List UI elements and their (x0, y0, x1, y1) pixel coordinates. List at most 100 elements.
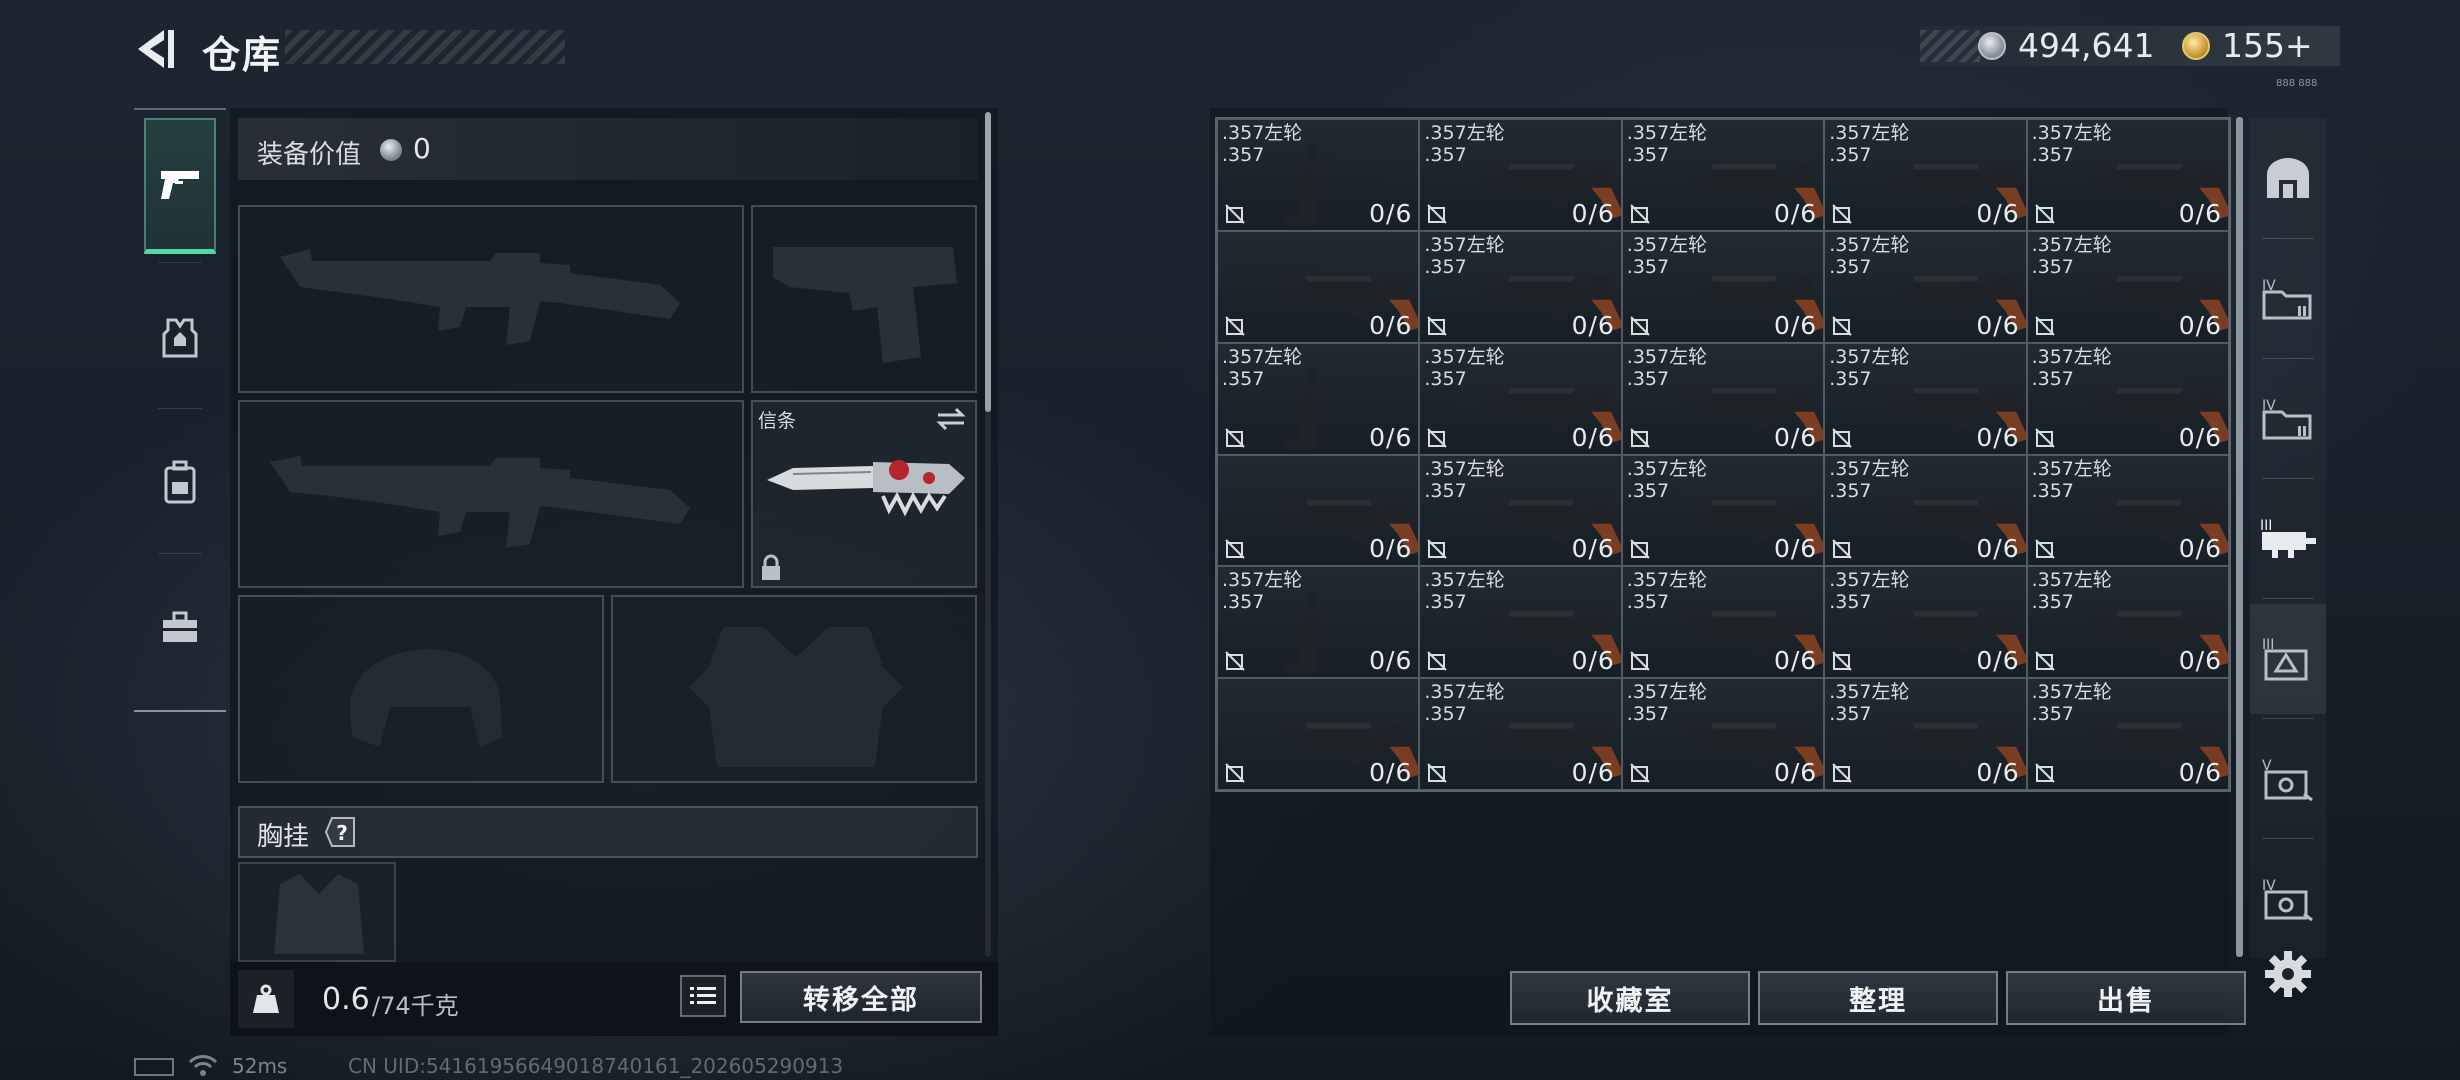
item-name: .357左轮 (1424, 569, 1505, 592)
folder-iv-icon: IV (2262, 278, 2312, 320)
item-count: 0/6 (1976, 646, 2020, 676)
gold-amount[interactable]: 155+ (2222, 26, 2313, 65)
tab-storage-iv-1[interactable]: IV (2250, 244, 2326, 354)
storage-item-cell[interactable]: .357左轮 .357 0/6 (1419, 454, 1622, 567)
item-caliber: .357 (1222, 144, 1265, 166)
item-name: .357左轮 (1829, 569, 1910, 592)
storage-item-cell[interactable]: .357左轮 .357 0/6 (2026, 342, 2229, 455)
silver-amount[interactable]: 494,641 (2018, 26, 2154, 65)
wifi-icon (188, 1055, 218, 1076)
gear-icon[interactable] (2262, 948, 2314, 1000)
item-caliber: .357 (1424, 479, 1467, 502)
helmet-slot[interactable] (238, 595, 604, 783)
storage-item-cell[interactable]: .357左轮 .357 0/6 (1419, 566, 1622, 679)
storage-item-cell[interactable]: .357左轮 .357 0/6 (1217, 342, 1420, 455)
tab-storage-v[interactable]: V (2250, 724, 2326, 834)
tab-storage-iv-2[interactable]: IV (2250, 364, 2326, 474)
tab-armor[interactable] (144, 270, 216, 406)
item-name: .357左轮 (1424, 233, 1505, 256)
item-name: .357左轮 (1424, 457, 1505, 480)
storage-scrollbar[interactable] (2236, 117, 2243, 957)
no-ammo-icon (1832, 427, 1852, 448)
equip-value-amount: 0 (413, 132, 431, 165)
tab-storage-iv-3[interactable]: IV (2250, 844, 2326, 954)
storage-item-cell[interactable]: .357左轮 .357 0/6 (1419, 230, 1622, 343)
item-caliber: .357 (2031, 367, 2074, 390)
item-name: .357左轮 (1626, 122, 1708, 144)
weight-max: /74千克 (372, 992, 459, 1020)
storage-item-cell[interactable]: .357左轮 .357 0/6 (2026, 454, 2229, 567)
storage-item-cell[interactable]: .357左轮 .357 0/6 (1621, 454, 1825, 567)
item-caliber: .357 (2031, 479, 2074, 502)
no-ammo-icon (1225, 539, 1245, 560)
item-caliber: .357 (1829, 144, 1872, 166)
loadout-scrollbar[interactable] (985, 112, 991, 412)
storage-item-cell[interactable]: 0/6 (1217, 454, 1420, 567)
storage-item-cell[interactable]: .357左轮 .357 0/6 (2026, 566, 2229, 679)
storage-item-cell[interactable]: .357左轮 .357 0/6 (1419, 678, 1622, 790)
sell-button[interactable]: 出售 (2006, 971, 2246, 1025)
small-mark: 888 888 (2276, 78, 2318, 89)
no-ammo-icon (1225, 651, 1245, 671)
organize-button[interactable]: 整理 (1758, 971, 1998, 1025)
tab-storage-iii-tri[interactable]: III (2250, 604, 2326, 714)
storage-item-cell[interactable]: .357左轮 .357 0/6 (1217, 119, 1420, 231)
item-count: 0/6 (1976, 758, 2020, 787)
storage-item-cell[interactable]: .357左轮 .357 0/6 (1621, 566, 1825, 679)
storage-item-cell[interactable]: .357左轮 .357 0/6 (1621, 230, 1825, 343)
transfer-all-button[interactable]: 转移全部 (740, 971, 982, 1023)
secondary-weapon-slot[interactable] (238, 400, 744, 588)
no-ammo-icon (1630, 427, 1650, 448)
storage-item-cell[interactable]: .357左轮 .357 0/6 (1621, 119, 1825, 231)
storage-item-cell[interactable]: .357左轮 .357 0/6 (1824, 454, 2027, 567)
storage-item-cell[interactable]: 0/6 (1217, 678, 1420, 790)
svg-text:III: III (2260, 518, 2272, 534)
storage-item-cell[interactable]: .357左轮 .357 0/6 (1419, 342, 1622, 455)
folder-iv-icon: IV (2262, 398, 2312, 440)
storage-item-cell[interactable]: .357左轮 .357 0/6 (1824, 678, 2027, 790)
item-name: .357左轮 (2031, 681, 2112, 704)
storage-item-cell[interactable]: .357左轮 .357 0/6 (1824, 230, 2027, 343)
tab-storage-room[interactable] (2250, 124, 2326, 234)
pistol-slot[interactable] (751, 205, 977, 393)
storage-item-cell[interactable]: .357左轮 .357 0/6 (1621, 342, 1825, 455)
storage-item-cell[interactable]: .357左轮 .357 0/6 (1419, 119, 1622, 231)
item-caliber: .357 (1424, 703, 1467, 726)
storage-item-cell[interactable]: .357左轮 .357 0/6 (1824, 342, 2027, 455)
item-count: 0/6 (2178, 646, 2222, 676)
item-name: .357左轮 (1829, 345, 1910, 368)
storage-item-cell[interactable]: .357左轮 .357 0/6 (1824, 119, 2027, 231)
primary-weapon-slot[interactable] (238, 205, 744, 393)
armor-slot[interactable] (611, 595, 977, 783)
list-view-button[interactable] (680, 975, 726, 1017)
swap-icon[interactable] (934, 405, 968, 433)
item-count: 0/6 (1369, 758, 1413, 787)
storage-item-cell[interactable]: .357左轮 .357 0/6 (2026, 230, 2229, 343)
crate-v-icon: V (2262, 758, 2313, 802)
tab-weapons[interactable] (144, 118, 216, 254)
storage-item-cell[interactable]: .357左轮 .357 0/6 (1824, 566, 2027, 679)
item-caliber: .357 (1829, 591, 1872, 614)
storage-item-cell[interactable]: .357左轮 .357 0/6 (2026, 119, 2229, 231)
back-arrow-icon[interactable] (128, 26, 178, 72)
item-name: .357左轮 (1424, 345, 1505, 368)
storage-item-cell[interactable]: .357左轮 .357 0/6 (1621, 678, 1825, 790)
storage-item-cell[interactable]: .357左轮 .357 0/6 (1217, 566, 1420, 679)
collection-room-button[interactable]: 收藏室 (1510, 971, 1750, 1025)
help-icon[interactable]: ? (320, 815, 360, 849)
item-count: 0/6 (2178, 198, 2222, 228)
item-count: 0/6 (1976, 534, 2020, 564)
ping-text: 52ms (232, 1054, 288, 1078)
no-ammo-icon (1630, 763, 1650, 783)
item-caliber: .357 (1829, 367, 1872, 390)
tab-storage-iii-gun[interactable]: III (2250, 484, 2326, 594)
storage-item-cell[interactable]: 0/6 (1217, 230, 1420, 343)
chest-rig-label: 胸挂 (257, 822, 310, 852)
item-count: 0/6 (1976, 310, 2020, 340)
chest-rig-slot[interactable] (238, 862, 396, 962)
tab-toolbox[interactable] (144, 560, 216, 696)
tab-backpack[interactable] (144, 415, 216, 551)
item-name: .357左轮 (1626, 681, 1708, 704)
storage-item-cell[interactable]: .357左轮 .357 0/6 (2026, 678, 2229, 790)
item-count: 0/6 (1773, 534, 1818, 564)
